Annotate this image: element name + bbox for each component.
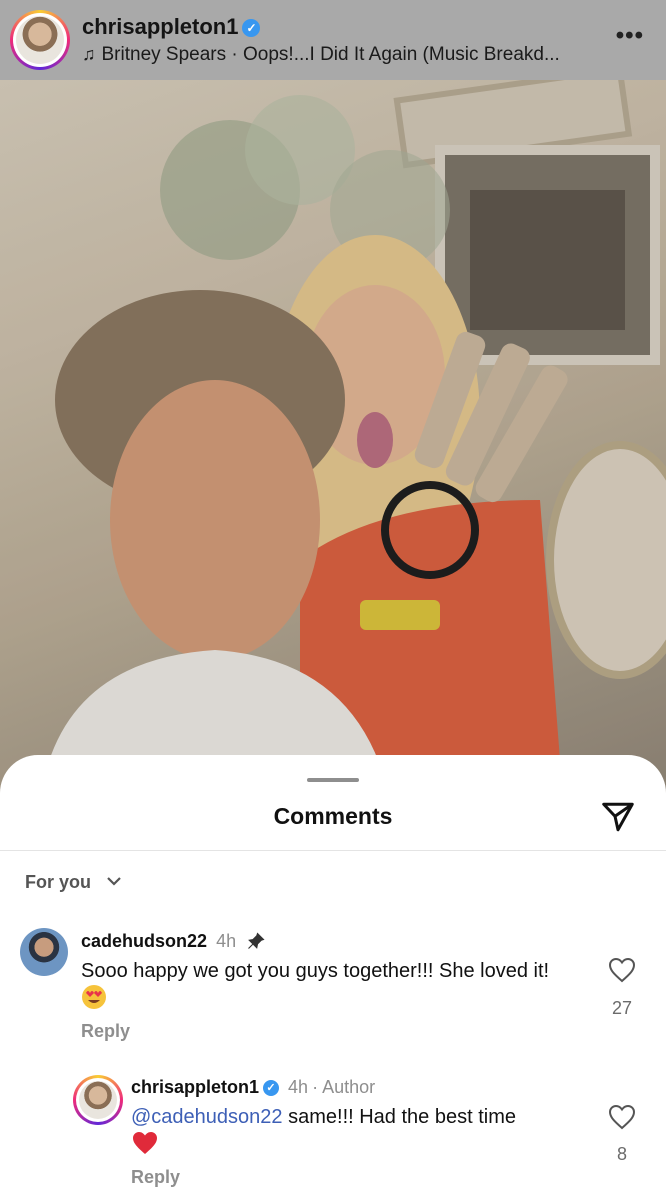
reply-button[interactable]: Reply bbox=[81, 1021, 130, 1042]
mention-link[interactable]: @cadehudson22 bbox=[131, 1106, 283, 1128]
post-header: chrisappleton1 ✓ ♫ Britney Spears · Oops!.… bbox=[0, 0, 666, 80]
reply-button[interactable]: Reply bbox=[131, 1167, 180, 1188]
comment-header: chrisappleton1 ✓ 4h · Author bbox=[131, 1077, 376, 1097]
chevron-down-icon bbox=[107, 877, 121, 886]
post-photo bbox=[0, 0, 666, 800]
sheet-divider bbox=[0, 850, 666, 851]
commenter-avatar-chrisappleton1[interactable] bbox=[73, 1075, 123, 1125]
comment-time: 4h bbox=[216, 931, 237, 951]
music-note-icon: ♫ bbox=[82, 44, 96, 64]
heart-eyes-emoji bbox=[82, 985, 106, 1009]
pin-icon bbox=[248, 932, 265, 949]
author-label: Author bbox=[322, 1077, 376, 1097]
verified-badge-icon: ✓ bbox=[263, 1080, 280, 1096]
verified-badge-icon: ✓ bbox=[242, 19, 261, 37]
sheet-title: Comments bbox=[273, 803, 393, 829]
comment-text: Sooo happy we got you guys together!!! S… bbox=[81, 958, 561, 1013]
comment-username[interactable]: chrisappleton1 bbox=[131, 1077, 259, 1097]
author-username[interactable]: chrisappleton1 ✓ bbox=[82, 14, 261, 40]
like-count: 8 bbox=[616, 1144, 627, 1164]
like-heart-icon[interactable] bbox=[608, 957, 636, 983]
music-track[interactable]: ♫ Britney Spears · Oops!...I Did It Again… bbox=[82, 44, 560, 66]
like-heart-icon[interactable] bbox=[608, 1104, 636, 1130]
commenter-avatar-cadehudson22[interactable] bbox=[20, 928, 68, 976]
sort-dropdown[interactable]: For you bbox=[25, 872, 122, 893]
comment-text: @cadehudson22 same!!! Had the best time bbox=[131, 1104, 581, 1159]
comment-header: cadehudson22 4h bbox=[81, 931, 265, 952]
more-options-icon[interactable]: ••• bbox=[616, 22, 644, 50]
comments-sheet: Comments For you cadehudson22 4h Sooo ha… bbox=[0, 755, 666, 1200]
sheet-grabber[interactable] bbox=[307, 778, 359, 782]
like-count: 27 bbox=[611, 998, 633, 1018]
share-paper-plane-icon[interactable] bbox=[600, 799, 636, 835]
author-avatar[interactable] bbox=[10, 10, 70, 70]
comment-time: 4h bbox=[288, 1077, 309, 1097]
comment-username[interactable]: cadehudson22 bbox=[81, 931, 207, 951]
red-heart-emoji bbox=[133, 1132, 157, 1154]
